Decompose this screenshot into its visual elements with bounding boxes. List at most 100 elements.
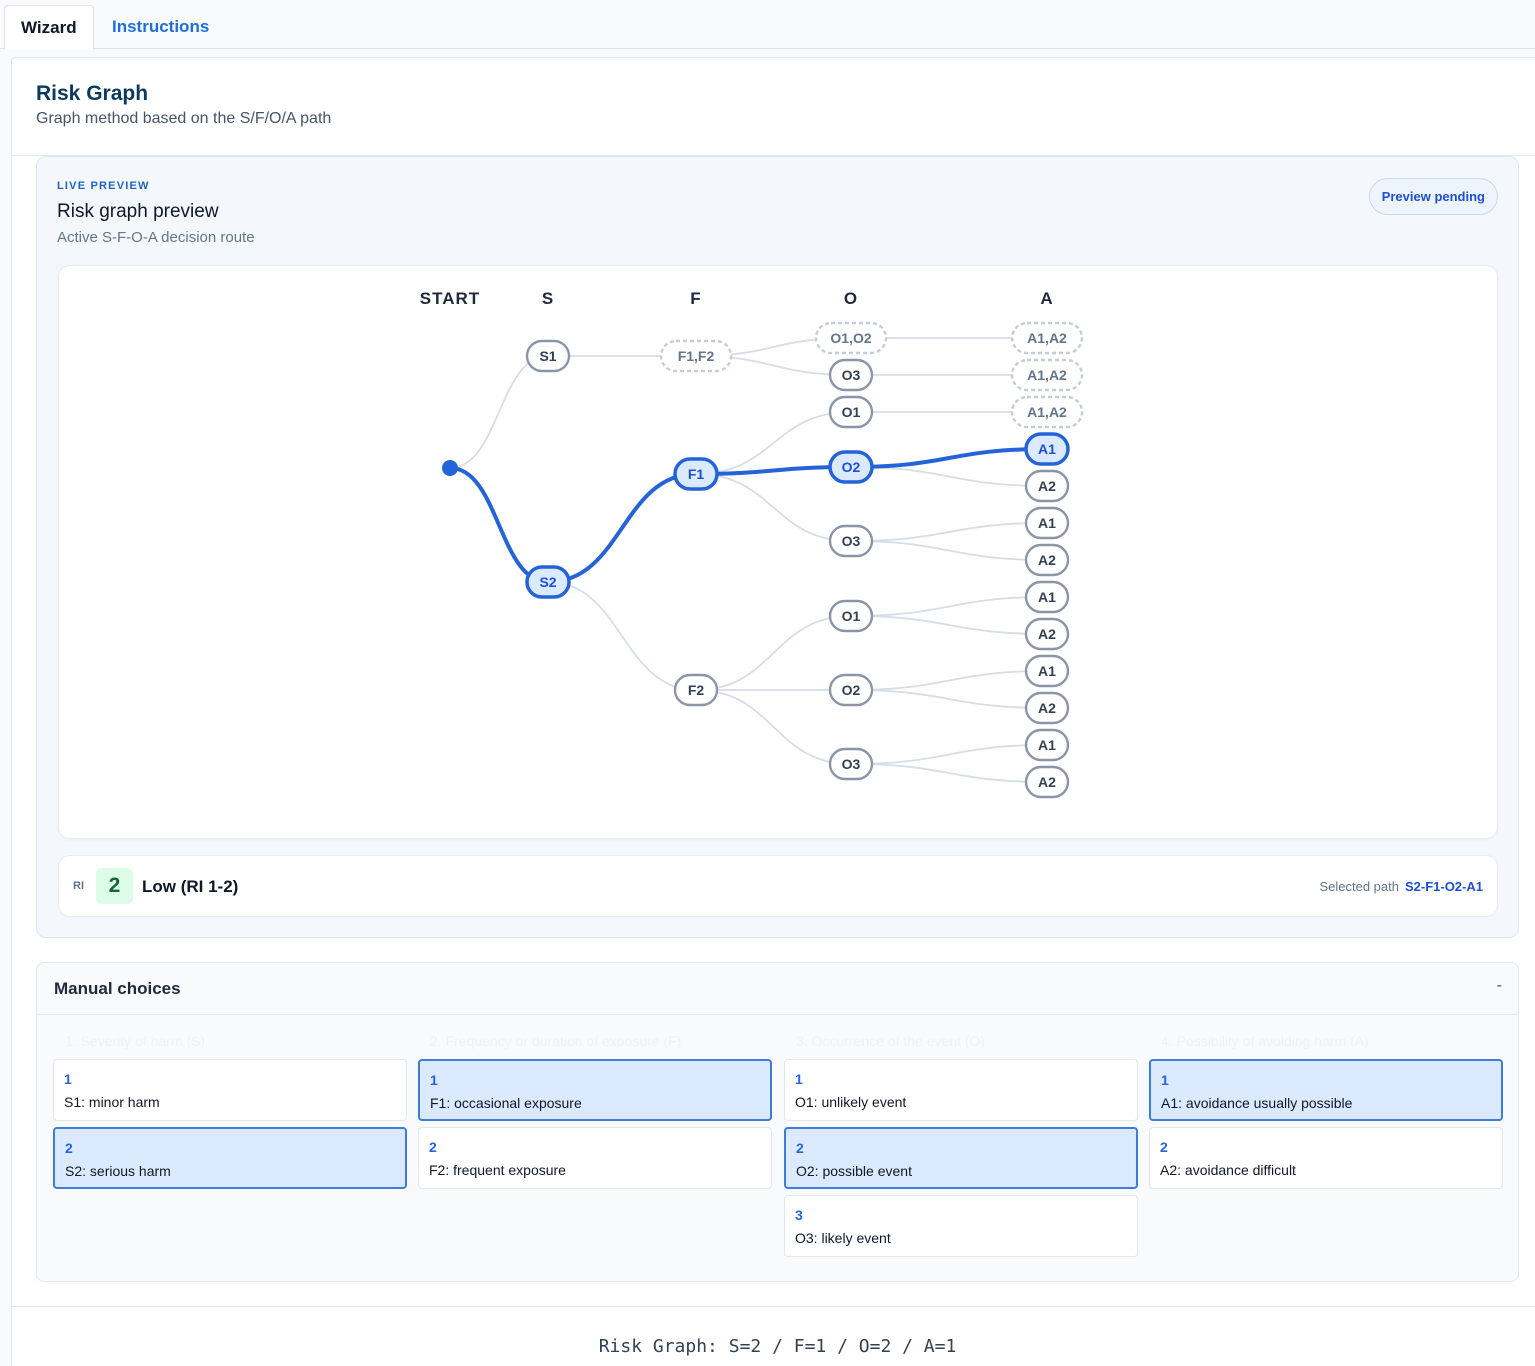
option-f1[interactable]: 1 F1: occasional exposure: [418, 1059, 772, 1121]
column-header-f: F: [690, 289, 701, 308]
option-number: 2: [796, 1140, 804, 1156]
graph-node-f2: F2: [673, 673, 719, 707]
graph-node-o-f1a: O1: [828, 395, 874, 429]
tab-instructions[interactable]: Instructions: [96, 5, 225, 49]
graph-node-label: O1: [842, 404, 861, 420]
graph-node-a-5: A2: [1024, 469, 1070, 503]
graph-edge: [850, 596, 1048, 617]
graph-node-label: A1,A2: [1027, 367, 1067, 383]
risk-graph-svg: START S F O A S1 S2 F1,F2 F1 F2 O1,O2 O3 O1 O2 O3 O1 O2…: [420, 289, 1084, 799]
graph-node-label: O1: [842, 608, 861, 624]
preview-subtitle: Active S-F-O-A decision route: [57, 229, 255, 246]
graph-edge: [850, 466, 1048, 487]
footer-divider: [11, 1306, 1535, 1307]
option-label: S1: minor harm: [64, 1094, 160, 1110]
option-number: 1: [795, 1071, 803, 1087]
option-o1[interactable]: 1 O1: unlikely event: [784, 1059, 1138, 1121]
selected-path-label: Selected path: [1319, 879, 1399, 894]
option-a1[interactable]: 1 A1: avoidance usually possible: [1149, 1059, 1503, 1121]
graph-node-f-s1: F1,F2: [659, 339, 733, 373]
graph-edge: [695, 689, 852, 765]
option-number: 1: [1161, 1072, 1169, 1088]
graph-node-label: A1: [1038, 515, 1056, 531]
option-label: O1: unlikely event: [795, 1094, 907, 1110]
page-subtitle: Graph method based on the S/F/O/A path: [36, 110, 332, 127]
risk-formula: Risk Graph: S=2 / F=1 / O=2 / A=1: [598, 1336, 957, 1357]
graph-node-a-3: A1,A2: [1010, 395, 1084, 429]
graph-edge: [850, 522, 1048, 542]
result-bar: RI 2 Low (RI 1-2) Selected path S2-F1-O2-…: [58, 855, 1498, 917]
graph-node-label: A2: [1038, 552, 1056, 568]
graph-edge: [850, 763, 1048, 783]
graph-node-o-f1b: O2: [828, 450, 874, 484]
manual-choices-title: Manual choices: [54, 979, 181, 998]
tab-bar: Wizard Instructions: [0, 0, 1535, 50]
option-number: 2: [429, 1139, 437, 1155]
option-label: F2: frequent exposure: [429, 1162, 566, 1178]
graph-node-label: A1: [1038, 663, 1056, 679]
card-header: Risk Graph Graph method based on the S/F…: [12, 58, 1535, 156]
graph-node-label: F1,F2: [678, 348, 715, 364]
graph-edge: [547, 581, 697, 691]
graph-node-a-4: A1: [1024, 432, 1070, 466]
active-path-edge: [546, 472, 698, 584]
graph-node-a-7: A2: [1024, 543, 1070, 577]
live-preview-panel: LIVE PREVIEW Risk graph preview Active S…: [36, 156, 1519, 938]
column-header-s: S: [542, 289, 554, 308]
graph-node-o-f2c: O3: [828, 747, 874, 781]
graph-node-o-s1a: O1,O2: [814, 321, 888, 355]
graph-edge: [850, 615, 1048, 635]
active-path-edge: [849, 447, 1049, 469]
option-s2[interactable]: 2 S2: serious harm: [53, 1127, 407, 1189]
choice-column-a: 4. Possibility of avoiding harm (A) 1 A1…: [1149, 1023, 1503, 1195]
graph-node-a-13: A2: [1024, 765, 1070, 799]
graph-edge: [449, 355, 549, 469]
graph-node-a-1: A1,A2: [1010, 321, 1084, 355]
choice-column-s: 1. Severity of harm (S) 1 S1: minor harm…: [53, 1023, 407, 1195]
graph-node-label: O3: [842, 756, 861, 772]
graph-node-o-f2b: O2: [828, 673, 874, 707]
start-node: [442, 460, 458, 476]
graph-node-label: A1: [1038, 589, 1056, 605]
option-o2[interactable]: 2 O2: possible event: [784, 1127, 1138, 1189]
choice-column-heading: 2. Frequency or duration of exposure (F): [430, 1033, 682, 1049]
graph-node-o-f2a: O1: [828, 599, 874, 633]
preview-title: Risk graph preview: [57, 201, 219, 222]
graph-edge: [850, 670, 1048, 691]
column-header-start: START: [420, 289, 480, 308]
option-number: 3: [795, 1207, 803, 1223]
option-s1[interactable]: 1 S1: minor harm: [53, 1059, 407, 1121]
option-f2[interactable]: 2 F2: frequent exposure: [418, 1127, 772, 1189]
manual-choices-header[interactable]: Manual choices -: [37, 963, 1518, 1015]
graph-node-o-s1b: O3: [828, 358, 874, 392]
option-label: A1: avoidance usually possible: [1161, 1095, 1353, 1111]
page-title: Risk Graph: [36, 82, 149, 105]
collapse-button[interactable]: -: [1497, 977, 1502, 995]
option-number: 1: [430, 1072, 438, 1088]
option-a2[interactable]: 2 A2: avoidance difficult: [1149, 1127, 1503, 1189]
graph-node-label: A2: [1038, 774, 1056, 790]
graph-node-s1: S1: [525, 339, 571, 373]
option-label: F1: occasional exposure: [430, 1095, 582, 1111]
graph-node-label: A2: [1038, 626, 1056, 642]
graph-edge: [850, 744, 1048, 765]
graph-edge: [850, 540, 1048, 561]
selected-path: Selected path S2-F1-O2-A1: [1319, 879, 1483, 894]
graph-node-label: A1: [1038, 737, 1056, 753]
preview-status-badge: Preview pending: [1368, 178, 1498, 215]
ri-value-badge: 2: [96, 868, 133, 904]
graph-node-label: A1,A2: [1027, 404, 1067, 420]
choice-column-heading: 4. Possibility of avoiding harm (A): [1161, 1033, 1369, 1049]
option-o3[interactable]: 3 O3: likely event: [784, 1195, 1138, 1257]
tab-wizard[interactable]: Wizard: [4, 5, 94, 50]
graph-node-a-2: A1,A2: [1010, 358, 1084, 392]
choice-column-heading: 1. Severity of harm (S): [65, 1033, 206, 1049]
graph-node-label: S1: [539, 348, 556, 364]
graph-node-f1: F1: [673, 457, 719, 491]
graph-node-s2: S2: [525, 565, 571, 599]
option-number: 2: [65, 1140, 73, 1156]
active-path-edge: [448, 466, 550, 584]
graph-edge: [850, 689, 1048, 709]
graph-edge: [695, 615, 852, 691]
graph-node-a-8: A1: [1024, 580, 1070, 614]
